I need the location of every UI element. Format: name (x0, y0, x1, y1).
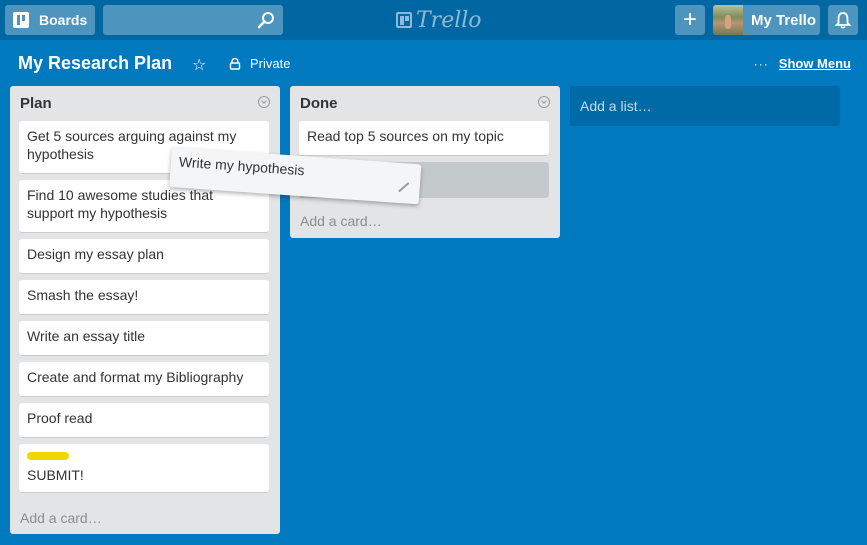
add-button[interactable]: + (675, 5, 705, 35)
card-submit[interactable]: SUBMIT! (19, 444, 269, 493)
notifications-button[interactable] (828, 5, 858, 35)
boards-button[interactable]: Boards (5, 5, 95, 35)
list-title[interactable]: Plan (20, 95, 52, 112)
bell-icon (835, 12, 851, 29)
boards-icon (13, 12, 29, 28)
board-header: My Research Plan ☆ Private ··· Show Menu (0, 40, 867, 86)
member-name: My Trello (751, 11, 817, 29)
more-icon: ··· (753, 56, 769, 71)
list-menu-icon[interactable] (258, 96, 270, 108)
search-input[interactable] (103, 5, 253, 35)
trello-logo-icon (396, 12, 412, 28)
member-menu-button[interactable]: My Trello (713, 5, 820, 35)
card-label-yellow (27, 452, 69, 460)
plus-icon: + (682, 6, 697, 33)
pencil-icon[interactable] (397, 181, 410, 194)
add-card-button[interactable]: Add a card… (20, 510, 102, 526)
star-icon[interactable]: ☆ (192, 55, 206, 75)
top-header: Boards Trello + My Trello (0, 0, 867, 40)
board-title[interactable]: My Research Plan (18, 53, 172, 74)
show-menu[interactable]: ··· Show Menu (754, 56, 851, 71)
trello-logo[interactable]: Trello (396, 7, 482, 33)
dragging-card-text: Write my hypothesis (178, 153, 306, 179)
card[interactable]: Proof read (19, 403, 269, 438)
list-title[interactable]: Done (300, 95, 338, 112)
list-menu-icon[interactable] (538, 96, 550, 108)
privacy-label: Private (250, 56, 291, 71)
add-list-button[interactable]: Add a list… (570, 86, 840, 126)
search-box[interactable] (103, 5, 283, 35)
privacy-button[interactable]: Private (229, 56, 290, 71)
card[interactable]: Design my essay plan (19, 239, 269, 274)
add-card-button[interactable]: Add a card… (300, 213, 382, 229)
search-icon[interactable] (257, 11, 275, 29)
lock-icon (229, 57, 241, 70)
card[interactable]: Write an essay title (19, 321, 269, 356)
show-menu-link[interactable]: Show Menu (779, 56, 851, 71)
card[interactable]: Smash the essay! (19, 280, 269, 315)
logo-text: Trello (416, 7, 482, 33)
card[interactable]: Read top 5 sources on my topic (299, 121, 549, 156)
avatar (713, 5, 743, 35)
card[interactable]: Create and format my Bibliography (19, 362, 269, 397)
card-text: SUBMIT! (27, 467, 84, 483)
boards-label: Boards (39, 12, 88, 28)
